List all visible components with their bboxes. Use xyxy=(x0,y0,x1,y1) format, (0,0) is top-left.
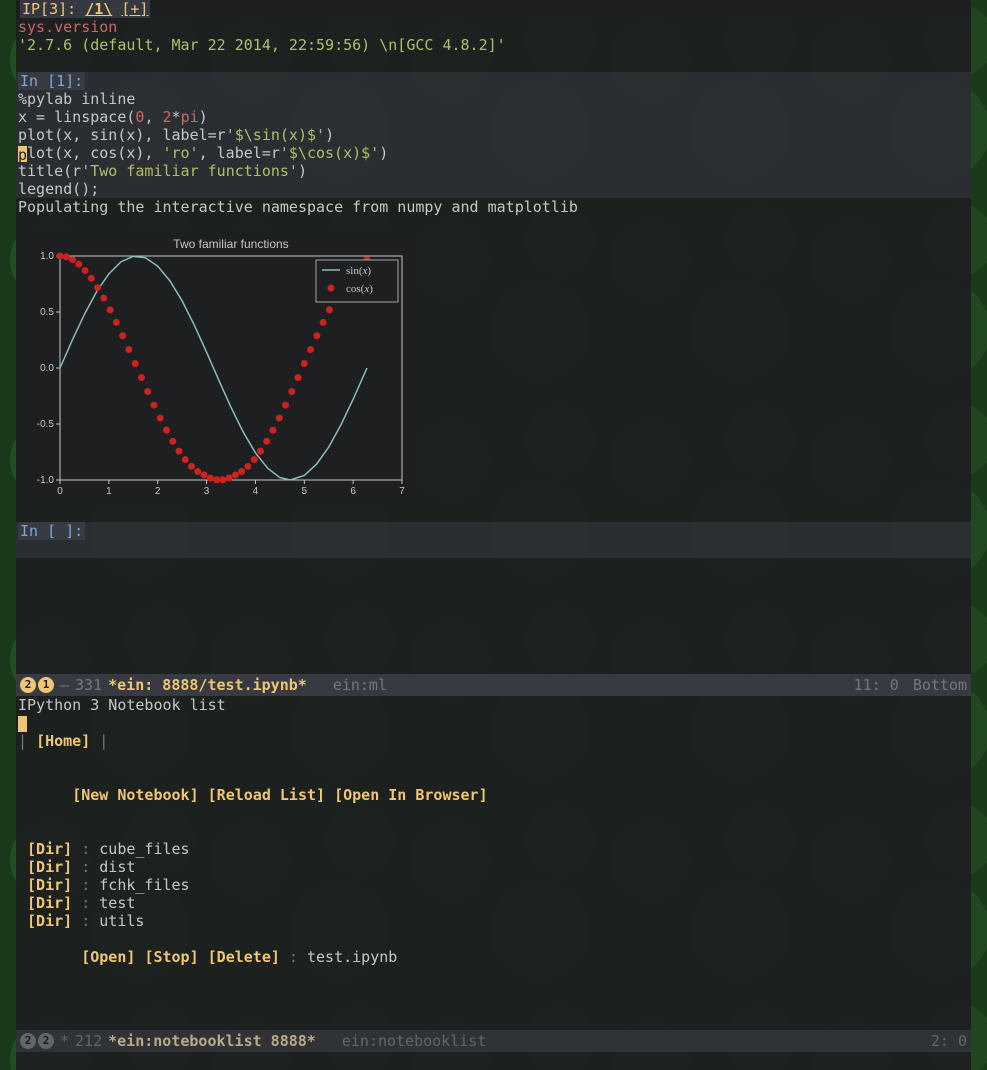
svg-text:0.0: 0.0 xyxy=(40,363,54,374)
cell1-line5: title(r'Two familiar functions') xyxy=(18,162,969,180)
notebook-tab-active[interactable]: /1\ xyxy=(85,0,112,18)
svg-text:5: 5 xyxy=(302,486,308,497)
cell1-line3: plot(x, sin(x), label=r'$\sin(x)$') xyxy=(18,126,969,144)
modeline-chevron-icon xyxy=(324,1030,336,1052)
svg-text:cos(x): cos(x) xyxy=(346,283,373,295)
notebook-tab-header: IP[3]: /1\ [+] xyxy=(20,0,150,18)
open-nb-button[interactable]: [Open] xyxy=(81,948,135,966)
notebooklist-title: IPython 3 Notebook list xyxy=(18,696,969,714)
svg-text:Two familiar functions: Two familiar functions xyxy=(173,237,288,251)
cell1-prompt: In [1]: xyxy=(18,72,85,90)
modeline-line-count2: 212 xyxy=(75,1032,102,1050)
major-mode-2: ein:notebooklist xyxy=(342,1032,487,1050)
buffer-indicator-icon: 2 xyxy=(38,1033,54,1049)
modeline-bottom: 2 2 * 212 *ein:notebooklist 8888* ein:no… xyxy=(16,1030,971,1052)
cursor-pane2 xyxy=(18,716,27,732)
svg-text:-0.5: -0.5 xyxy=(37,419,55,430)
cell1-line1: %pylab inline xyxy=(18,90,969,108)
code-cell-empty[interactable]: In [ ]: xyxy=(16,522,971,558)
buffer-name[interactable]: *ein: 8888/test.ipynb* xyxy=(108,676,307,694)
plot-output: Two familiar functions 0 1 2 3 4 5 6 7 -1.0 -0.5 0.… xyxy=(16,228,416,504)
new-notebook-button[interactable]: [New Notebook] xyxy=(72,786,198,804)
svg-text:4: 4 xyxy=(253,486,259,497)
list-item[interactable]: [Dir] : cube_files xyxy=(18,840,969,858)
list-item[interactable]: [Dir] : test xyxy=(18,894,969,912)
svg-text:1: 1 xyxy=(106,486,112,497)
list-item[interactable]: [Dir] : dist xyxy=(18,858,969,876)
modeline-position: Bottom xyxy=(913,676,967,694)
svg-text:7: 7 xyxy=(399,486,405,497)
major-mode: ein:ml xyxy=(333,676,387,694)
cell0-code: sys.version xyxy=(18,18,969,36)
modeline-chevron-icon xyxy=(315,674,327,696)
svg-text:6: 6 xyxy=(350,486,356,497)
modeline-modified: * xyxy=(60,1032,69,1050)
text-cursor: p xyxy=(18,146,27,162)
svg-text:0: 0 xyxy=(57,486,63,497)
cell2-prompt: In [ ]: xyxy=(18,522,85,540)
notebook-tab-add[interactable]: [+] xyxy=(121,0,148,18)
code-cell-1[interactable]: In [1]: %pylab inline x = linspace(0, 2*… xyxy=(16,72,971,198)
buffer-indicator-icon: 1 xyxy=(38,677,54,693)
notebook-file[interactable]: test.ipynb xyxy=(307,948,397,966)
list-item[interactable]: [Dir] : fchk_files xyxy=(18,876,969,894)
svg-text:2: 2 xyxy=(155,486,161,497)
modeline-top: 2 1 – 331 *ein: 8888/test.ipynb* ein:ml … xyxy=(16,674,971,696)
minibuffer[interactable] xyxy=(16,1052,971,1070)
svg-text:3: 3 xyxy=(204,486,210,497)
window-indicator-icon: 2 xyxy=(20,677,36,693)
stop-nb-button[interactable]: [Stop] xyxy=(144,948,198,966)
home-link[interactable]: [Home] xyxy=(36,732,90,750)
reload-list-button[interactable]: [Reload List] xyxy=(208,786,325,804)
cell1-line2: x = linspace(0, 2*pi) xyxy=(18,108,969,126)
notebook-list: [Dir] : cube_files [Dir] : dist [Dir] : … xyxy=(18,840,969,930)
cell1-line6: legend(); xyxy=(18,180,969,198)
window-indicator-icon: 2 xyxy=(20,1033,36,1049)
cell1-line4: plot(x, cos(x), 'ro', label=r'$\cos(x)$'… xyxy=(18,144,969,162)
buffer-name-2[interactable]: *ein:notebooklist 8888* xyxy=(108,1032,316,1050)
modeline-line-count: 331 xyxy=(75,676,102,694)
svg-text:1.0: 1.0 xyxy=(40,251,54,262)
cell1-stdout: Populating the interactive namespace fro… xyxy=(18,198,969,216)
open-in-browser-button[interactable]: [Open In Browser] xyxy=(334,786,488,804)
list-item[interactable]: [Dir] : utils xyxy=(18,912,969,930)
cell0-output: '2.7.6 (default, Mar 22 2014, 22:59:56) … xyxy=(18,36,969,54)
svg-text:sin(x): sin(x) xyxy=(346,265,371,277)
svg-text:-1.0: -1.0 xyxy=(37,475,55,486)
modeline-dash: – xyxy=(60,676,69,694)
svg-text:0.5: 0.5 xyxy=(40,307,54,318)
delete-nb-button[interactable]: [Delete] xyxy=(208,948,280,966)
